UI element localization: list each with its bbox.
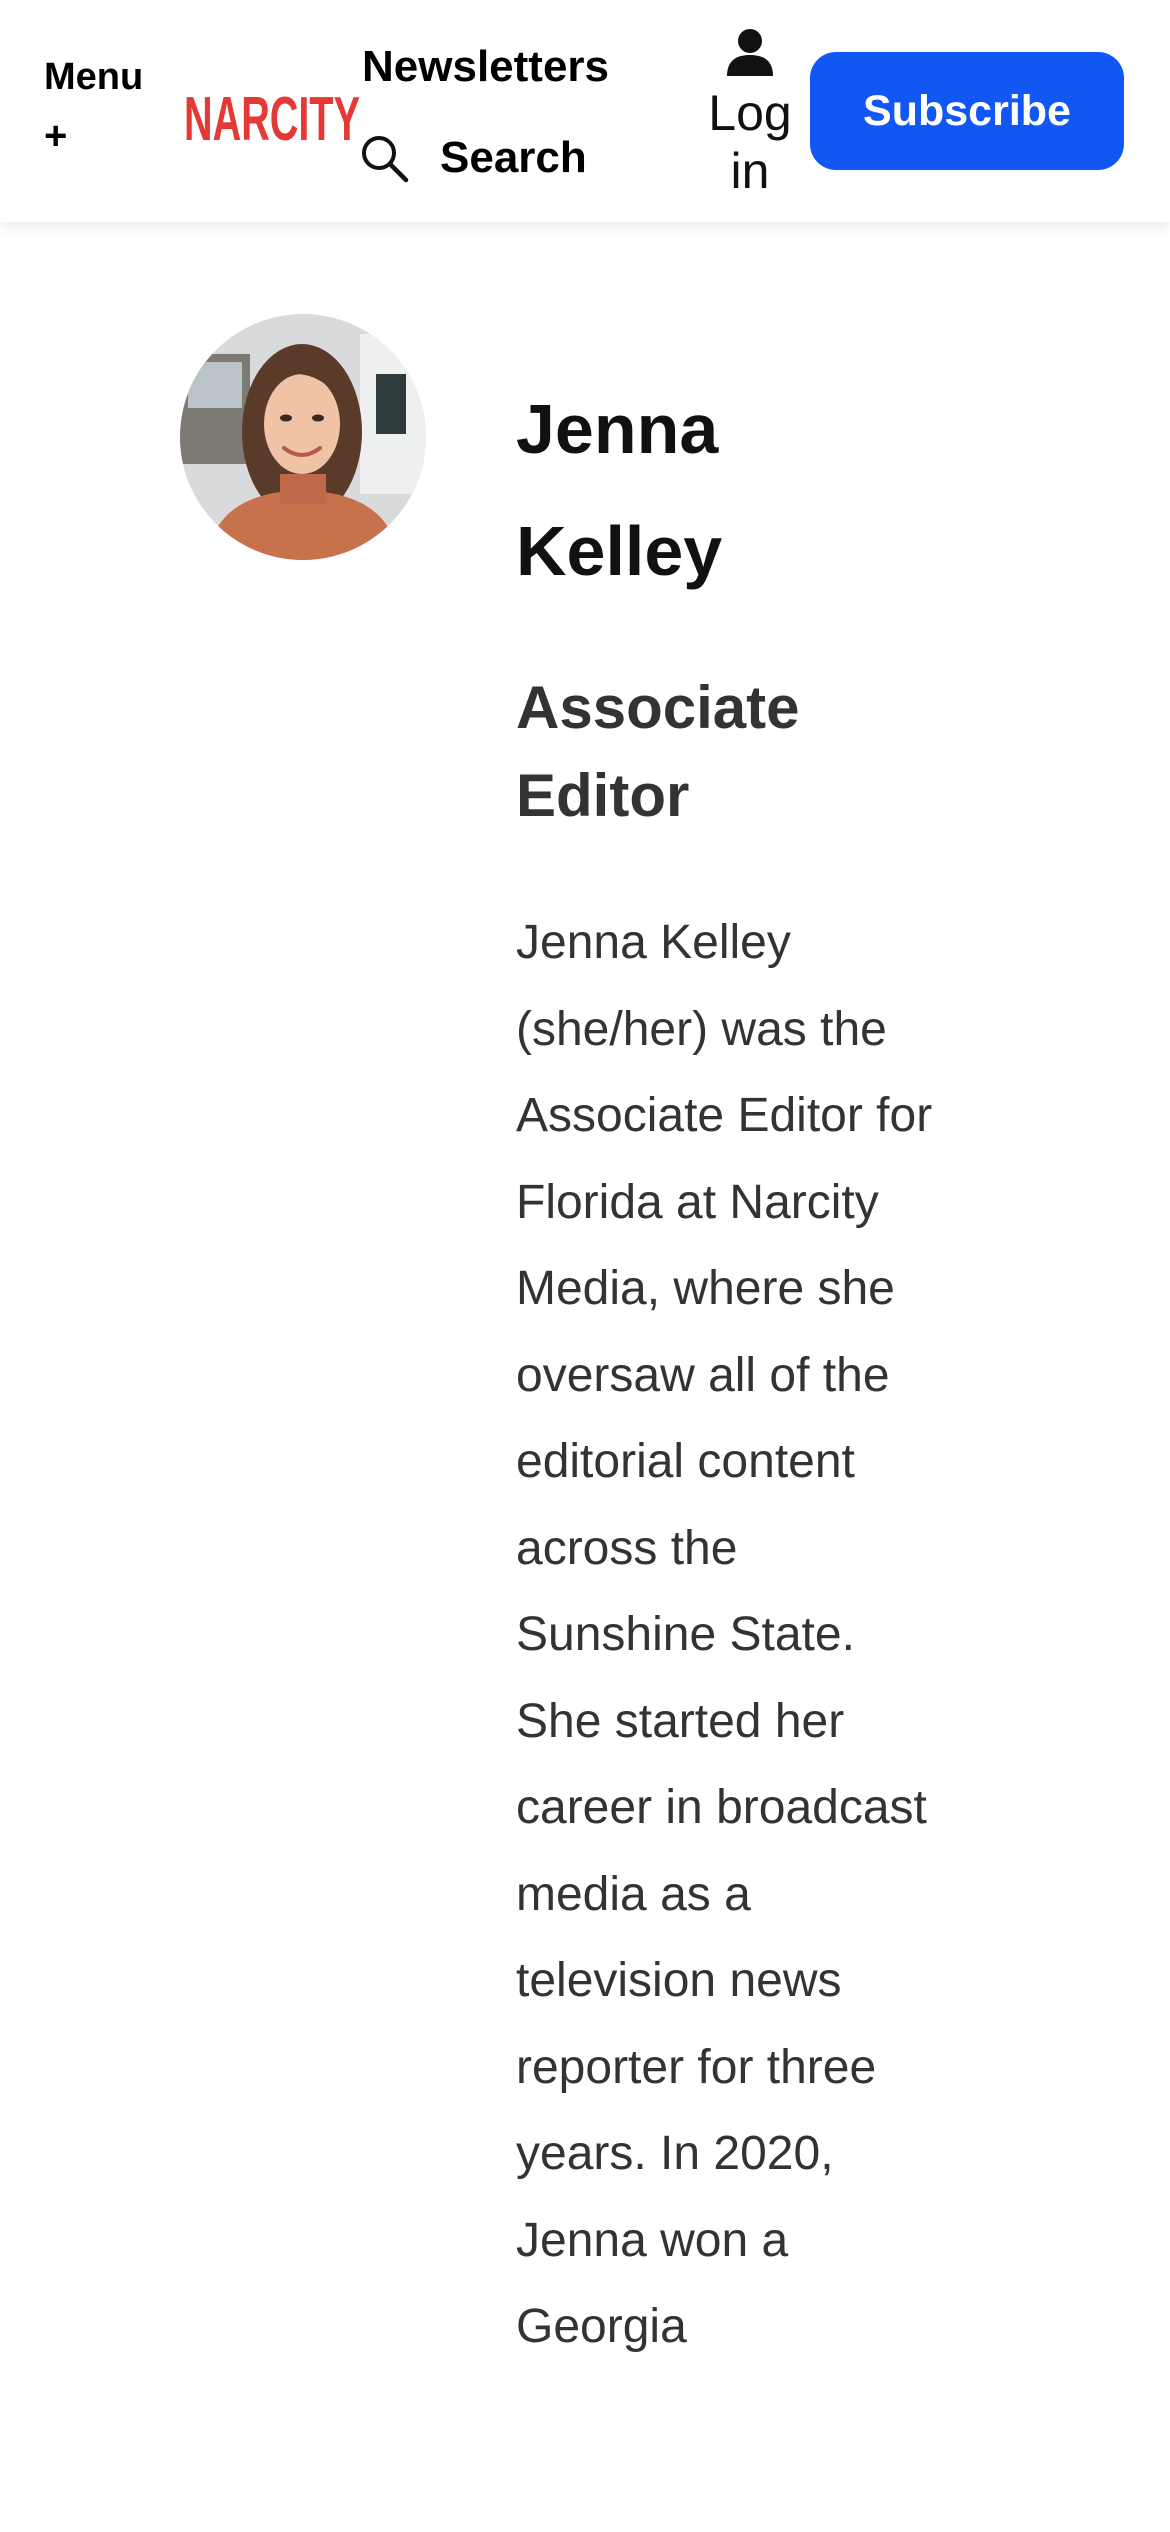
search-button[interactable]: Search — [358, 130, 587, 186]
author-bio: Jenna Kelley (she/her) was the Associate… — [516, 916, 933, 2353]
narcity-logo[interactable]: NARCITY — [182, 84, 362, 144]
search-label: Search — [440, 133, 587, 182]
menu-button[interactable]: Menu + — [44, 54, 164, 156]
subscribe-label: Subscribe — [863, 86, 1071, 135]
search-icon — [362, 136, 409, 183]
site-header: Menu + NARCITY Newsletters Search Log in… — [0, 0, 1170, 222]
menu-label: Menu — [44, 56, 144, 98]
subscribe-button[interactable]: Subscribe — [810, 52, 1124, 170]
author-job-title: Associate Editor — [516, 674, 800, 829]
login-label: Log in — [708, 85, 792, 199]
author-photo — [180, 314, 426, 560]
author-name: Jenna Kelley — [516, 390, 723, 590]
logo-wordmark: NARCITY — [184, 85, 360, 144]
plus-icon: + — [44, 114, 68, 158]
author-avatar — [180, 314, 426, 560]
narcity-logo-mark: NARCITY — [184, 85, 360, 144]
newsletters-link[interactable]: Newsletters — [362, 42, 609, 92]
login-button[interactable]: Log in — [700, 26, 800, 200]
user-icon — [727, 29, 773, 76]
